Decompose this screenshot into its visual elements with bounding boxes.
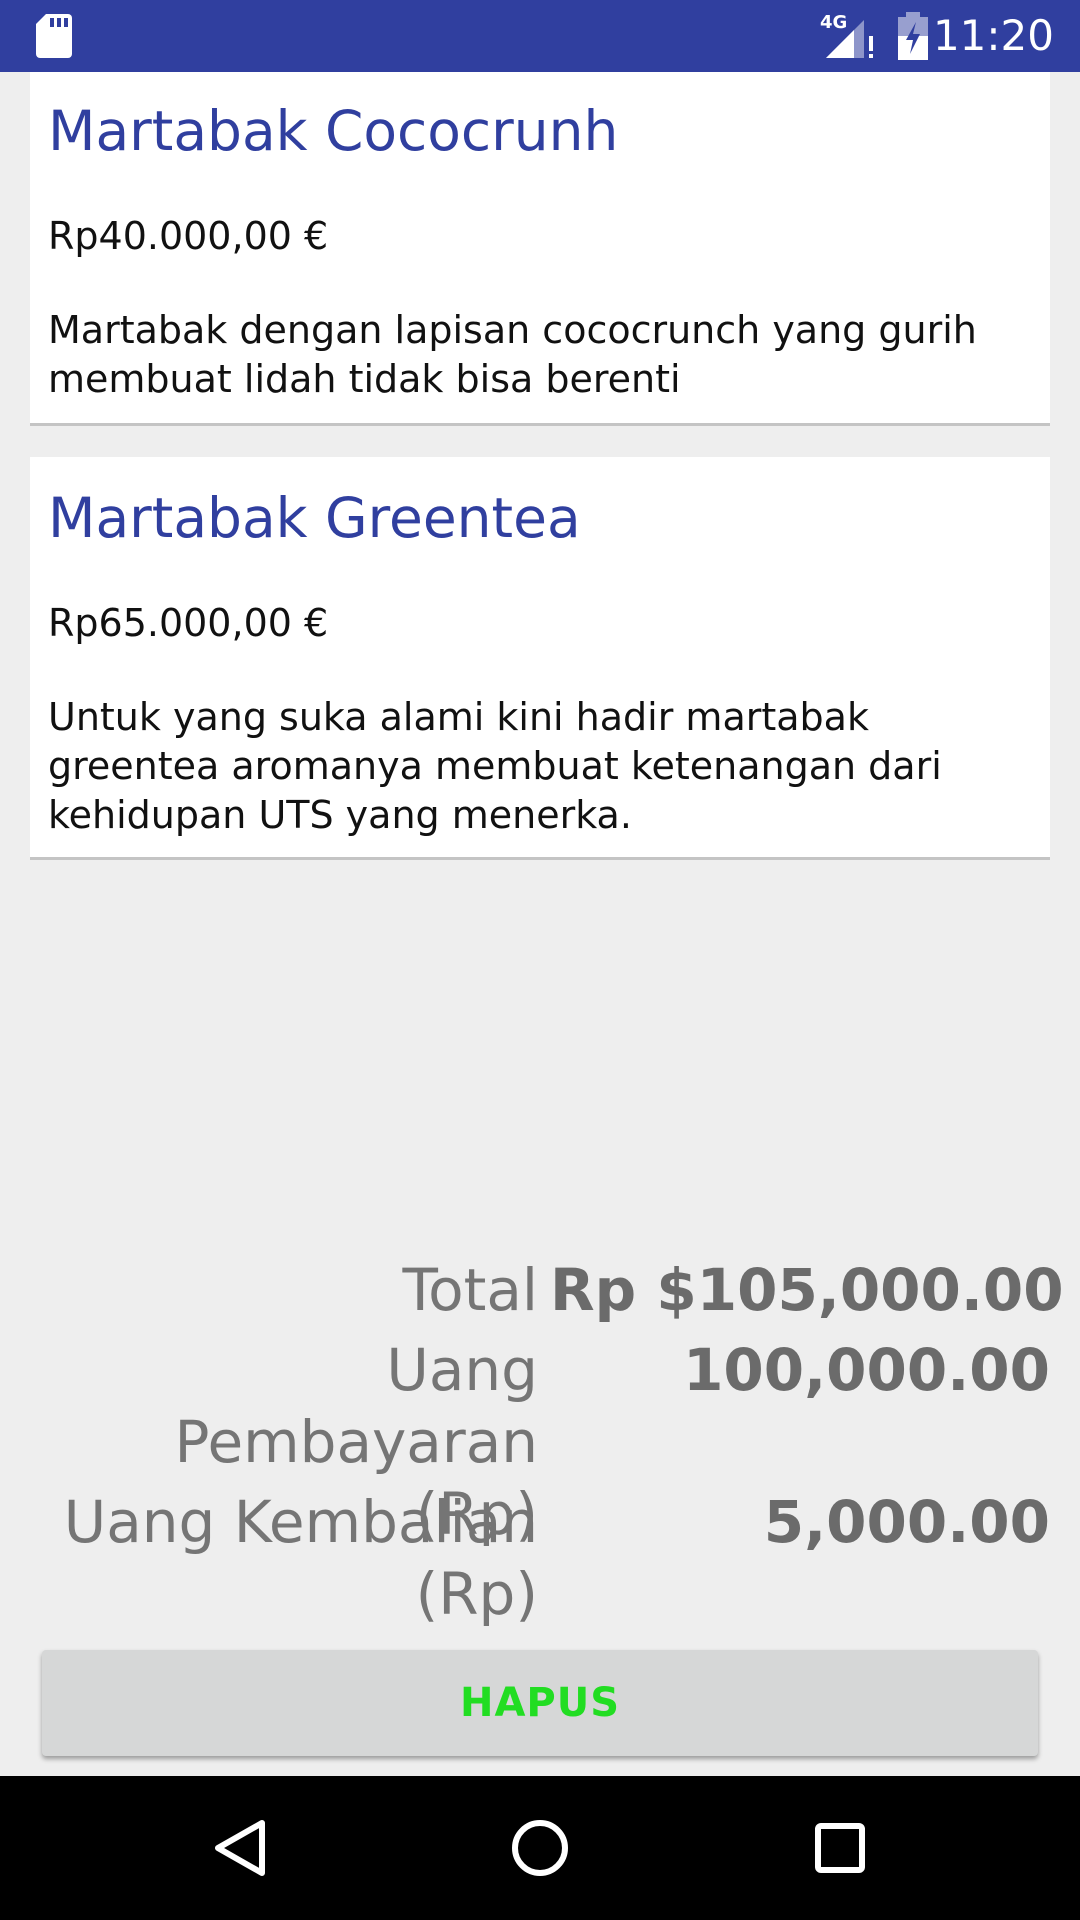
signal-icon: 4G [820,14,876,60]
menu-item-price: Rp65.000,00 € [48,601,329,645]
navigation-bar [0,1776,1080,1920]
status-bar: 4G 11:20 [0,0,1080,72]
total-label: Total [402,1256,538,1324]
change-amount-value: 5,000.00 [763,1488,1050,1556]
menu-item-card[interactable]: Martabak Greentea Rp65.000,00 € Untuk ya… [30,457,1050,860]
clear-button[interactable]: HAPUS [42,1650,1038,1756]
home-icon [512,1820,568,1876]
menu-item-title: Martabak Greentea [48,486,581,550]
menu-item-price: Rp40.000,00 € [48,214,329,258]
screen: 4G 11:20 Martabak Cococrunh Rp40.000,00 … [0,0,1080,1920]
sd-card-icon [36,14,72,58]
recents-button[interactable] [760,1776,920,1920]
back-icon [215,1820,265,1876]
back-button[interactable] [160,1776,320,1920]
payment-amount-value: 100,000.00 [683,1336,1050,1404]
total-value: Rp $105,000.00 [550,1256,1064,1324]
battery-icon [898,12,928,60]
recents-icon [815,1823,865,1873]
menu-item-card[interactable]: Martabak Cococrunh Rp40.000,00 € Martaba… [30,72,1050,426]
home-button[interactable] [460,1776,620,1920]
menu-item-description: Untuk yang suka alami kini hadir martaba… [48,695,942,837]
menu-item-description: Martabak dengan lapisan cococrunch yang … [48,308,977,401]
menu-item-title: Martabak Cococrunh [48,99,619,163]
clock: 11:20 [932,11,1054,60]
change-amount-label: Uang Kembalian (Rp) [63,1488,538,1628]
